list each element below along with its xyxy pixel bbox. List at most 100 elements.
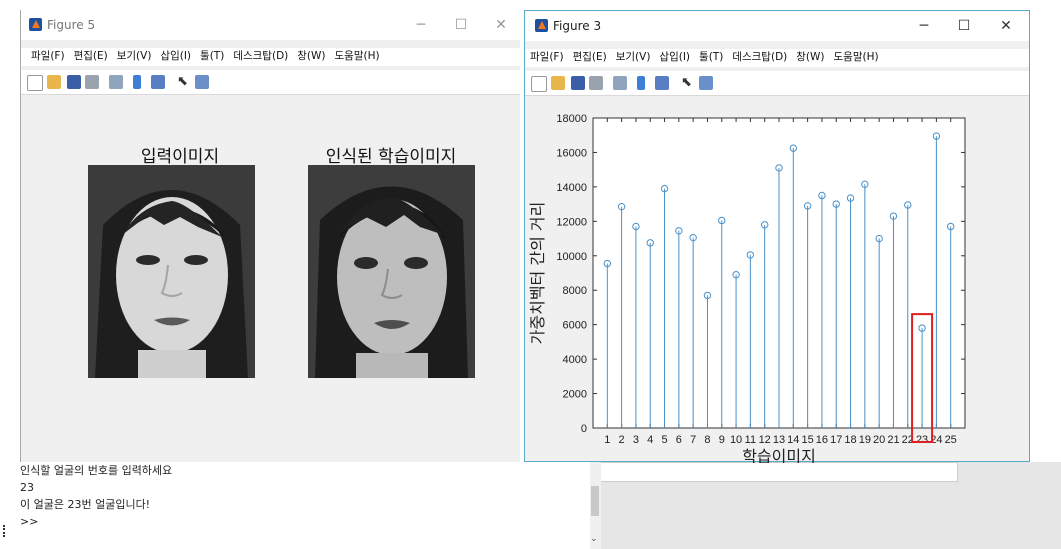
x-tick-label: 13 — [773, 434, 785, 446]
maximize-button[interactable]: ☐ — [444, 14, 478, 36]
chevron-down-icon[interactable]: ⌄ — [590, 534, 598, 544]
x-tick-label: 23 — [916, 434, 928, 446]
x-tick-label: 6 — [676, 434, 682, 446]
toolbar: ⬉ — [21, 70, 520, 95]
menu-item[interactable]: 창(W) — [796, 51, 824, 63]
x-tick-label: 1 — [604, 434, 610, 446]
menu-item[interactable]: 파일(F) — [31, 50, 65, 62]
console-line: 이 얼굴은 23번 얼굴입니다! — [20, 498, 151, 511]
y-tick-label: 14000 — [556, 182, 587, 194]
property-icon[interactable] — [195, 75, 209, 89]
property-icon[interactable] — [699, 76, 713, 90]
menu-item[interactable]: 파일(F) — [530, 51, 564, 63]
maximize-button[interactable]: ☐ — [947, 15, 981, 37]
x-tick-label: 18 — [844, 434, 856, 446]
x-tick-label: 25 — [945, 434, 957, 446]
menu-item[interactable]: 보기(V) — [616, 51, 651, 63]
menu-item[interactable]: 창(W) — [297, 50, 325, 62]
x-tick-label: 15 — [801, 434, 813, 446]
label-input-image: 입력이미지 — [140, 147, 220, 167]
save-icon[interactable] — [67, 75, 81, 89]
print-icon[interactable] — [589, 76, 603, 90]
new-file-icon[interactable] — [27, 75, 43, 91]
print-icon[interactable] — [85, 75, 99, 89]
link-plot-icon[interactable] — [613, 76, 627, 90]
menu-item[interactable]: 삽입(I) — [160, 50, 191, 62]
console-line: 23 — [20, 481, 34, 494]
window-title: Figure 5 — [47, 18, 96, 32]
menu-item[interactable]: 데스크탑(D) — [732, 51, 787, 63]
stem-chart: 0 2000 4000 6000 8000 10000 12000 14000 16000 180… — [528, 113, 966, 463]
menu-item[interactable]: 보기(V) — [117, 50, 152, 62]
x-tick-label: 14 — [787, 434, 799, 446]
x-tick-label: 9 — [719, 434, 725, 446]
title-bar[interactable]: Figure 5 ─ ☐ ✕ — [21, 10, 520, 40]
toolbar: ⬉ — [525, 71, 1029, 96]
recognized-face-image — [308, 165, 475, 378]
x-tick-label: 5 — [661, 434, 667, 446]
menu-item[interactable]: 편집(E) — [573, 51, 607, 63]
link-plot-icon[interactable] — [109, 75, 123, 89]
matlab-icon — [535, 19, 548, 32]
x-tick-label: 12 — [759, 434, 771, 446]
y-tick-label: 0 — [581, 423, 587, 435]
menu-item[interactable]: 툴(T) — [699, 51, 723, 63]
command-window[interactable]: 인식할 얼굴의 번호를 입력하세요 23 이 얼굴은 23번 얼굴입니다! >> — [20, 462, 590, 549]
panel-box — [600, 462, 958, 482]
side-marker — [3, 525, 7, 537]
x-tick-label: 4 — [647, 434, 653, 446]
x-tick-label: 20 — [873, 434, 885, 446]
y-tick-label: 6000 — [563, 320, 587, 332]
save-icon[interactable] — [571, 76, 585, 90]
y-tick-label: 18000 — [556, 113, 587, 125]
title-bar[interactable]: Figure 3 ─ ☐ ✕ — [525, 11, 1029, 41]
x-axis-label: 학습이미지 — [742, 447, 816, 463]
colorbar-icon[interactable] — [637, 76, 645, 90]
legend-icon[interactable] — [151, 75, 165, 89]
menu-item[interactable]: 삽입(I) — [659, 51, 690, 63]
console-prompt[interactable]: >> — [20, 513, 590, 530]
menu-bar: 파일(F) 편집(E) 보기(V) 삽입(I) 툴(T) 데스크탑(D) 창(W) 도움말(H… — [21, 48, 520, 66]
y-axis-label: 가중치벡터 간의 거리 — [528, 202, 547, 345]
menu-item[interactable]: 도움말(H) — [335, 50, 380, 62]
x-tick-label: 21 — [887, 434, 899, 446]
x-tick-label: 7 — [690, 434, 696, 446]
matlab-icon — [29, 18, 42, 31]
x-tick-label: 19 — [859, 434, 871, 446]
y-tick-label: 12000 — [556, 216, 587, 228]
open-folder-icon[interactable] — [47, 75, 61, 89]
menu-item[interactable]: 툴(T) — [200, 50, 224, 62]
figure-5-window[interactable]: Figure 5 ─ ☐ ✕ 파일(F) 편집(E) 보기(V) 삽입(I) 툴(T) 데… — [20, 10, 520, 462]
colorbar-icon[interactable] — [133, 75, 141, 89]
menu-bar: 파일(F) 편집(E) 보기(V) 삽입(I) 툴(T) 데스크탑(D) 창(W) 도움말(H… — [525, 49, 1029, 67]
new-file-icon[interactable] — [531, 76, 547, 92]
menu-item[interactable]: 편집(E) — [74, 50, 108, 62]
menu-item[interactable]: 도움말(H) — [834, 51, 879, 63]
y-tick-label: 8000 — [563, 285, 587, 297]
x-tick-label: 17 — [830, 434, 842, 446]
x-tick-label: 8 — [704, 434, 710, 446]
close-button[interactable]: ✕ — [989, 15, 1023, 37]
console-line: 인식할 얼굴의 번호를 입력하세요 — [20, 464, 173, 477]
close-button[interactable]: ✕ — [484, 14, 518, 36]
window-title: Figure 3 — [553, 19, 602, 33]
y-tick-label: 16000 — [556, 147, 587, 159]
scrollbar-thumb[interactable] — [591, 486, 599, 516]
pointer-icon[interactable]: ⬉ — [681, 76, 695, 90]
figure-3-window[interactable]: Figure 3 ─ ☐ ✕ 파일(F) 편집(E) 보기(V) 삽입(I) 툴(T) 데… — [524, 10, 1030, 463]
y-tick-label: 2000 — [563, 389, 587, 401]
menu-item[interactable]: 데스크탑(D) — [233, 50, 288, 62]
label-recognized-image: 인식된 학습이미지 — [325, 147, 457, 167]
open-folder-icon[interactable] — [551, 76, 565, 90]
x-tick-label: 10 — [730, 434, 742, 446]
y-tick-label: 10000 — [556, 251, 587, 263]
pointer-icon[interactable]: ⬉ — [177, 75, 191, 89]
legend-icon[interactable] — [655, 76, 669, 90]
x-tick-label: 3 — [633, 434, 639, 446]
x-tick-label: 11 — [745, 434, 756, 446]
y-tick-label: 4000 — [563, 354, 587, 366]
x-tick-label: 16 — [816, 434, 828, 446]
input-face-image — [88, 165, 255, 378]
minimize-button[interactable]: ─ — [404, 14, 438, 36]
minimize-button[interactable]: ─ — [907, 15, 941, 37]
